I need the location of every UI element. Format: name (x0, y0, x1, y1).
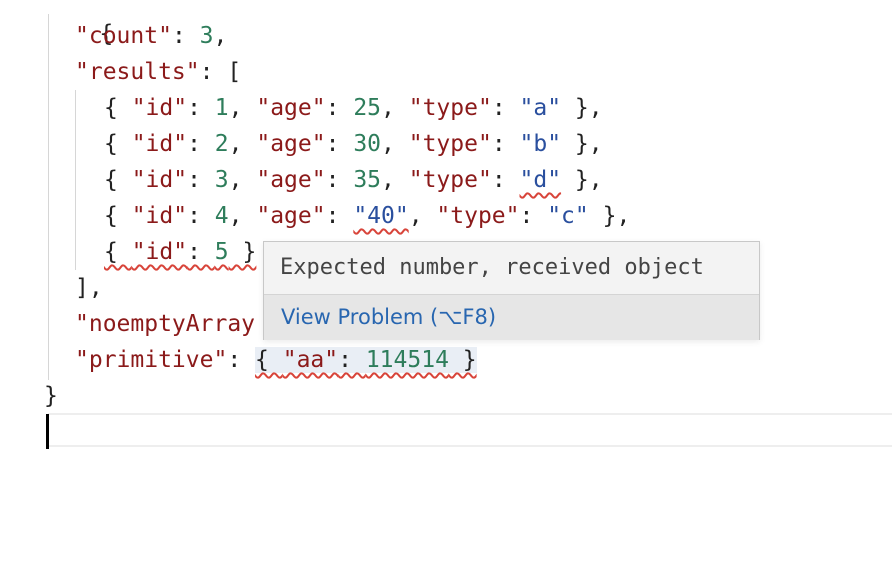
results-key: "results" (75, 59, 200, 85)
row-age: 25 (353, 95, 382, 121)
code-line-row: { "id": 5 } (104, 234, 256, 270)
open-bracket: [ (227, 59, 242, 85)
row-type: "b" (519, 131, 562, 157)
code-line-row: { "id": 4, "age": "40", "type": "c" }, (104, 203, 631, 229)
row-id: 3 (214, 167, 229, 193)
primitive-object-error[interactable]: { "aa": 114514 } (255, 347, 477, 373)
error-message: Expected number, received object (264, 242, 759, 295)
row-id: 5 (214, 239, 229, 265)
row-id: 4 (214, 203, 229, 229)
code-line-count: "count": 3, (75, 23, 228, 49)
row-type-error[interactable]: "d" (520, 167, 562, 193)
noempty-key: "noemptyArray (75, 311, 256, 337)
current-line-highlight (48, 413, 892, 447)
code-line-results: "results": [ (75, 59, 242, 85)
count-value: 3 (199, 23, 214, 49)
view-problem-link[interactable]: View Problem (⌥F8) (281, 305, 496, 329)
row-age-error[interactable]: "40" (353, 203, 408, 229)
row-id: 2 (214, 131, 229, 157)
hover-actions: View Problem (⌥F8) (264, 295, 759, 340)
row-type: "c" (547, 203, 589, 229)
code-line-row: { "id": 3, "age": 35, "type": "d" }, (104, 167, 603, 193)
code-line: } (44, 378, 58, 414)
code-line-primitive: "primitive": { "aa": 114514 } (75, 347, 477, 373)
close-brace: } (44, 383, 58, 409)
code-line-noempty: "noemptyArray (75, 306, 255, 342)
text-cursor (46, 414, 49, 449)
code-editor[interactable]: { "count": 3, "results": [ { "id": 1, "a… (0, 0, 892, 566)
row-id: 1 (214, 95, 229, 121)
row-object-error[interactable]: { "id": 5 } (104, 239, 256, 265)
row-age: 35 (353, 167, 382, 193)
code-line: ], (75, 270, 103, 306)
aa-key: "aa" (282, 347, 339, 373)
row-type: "a" (519, 95, 562, 121)
primitive-key: "primitive" (75, 347, 228, 373)
count-key: "count" (75, 23, 172, 49)
error-hover-tooltip: Expected number, received object View Pr… (263, 241, 760, 340)
close-bracket: ], (75, 275, 103, 301)
row-age: 30 (353, 131, 382, 157)
aa-value: 114514 (365, 347, 449, 373)
code-line: { (44, 0, 113, 47)
indent-guide (75, 90, 76, 270)
code-line-row: { "id": 2, "age": 30, "type": "b" }, (104, 131, 603, 157)
code-line-row: { "id": 1, "age": 25, "type": "a" }, (104, 95, 603, 121)
